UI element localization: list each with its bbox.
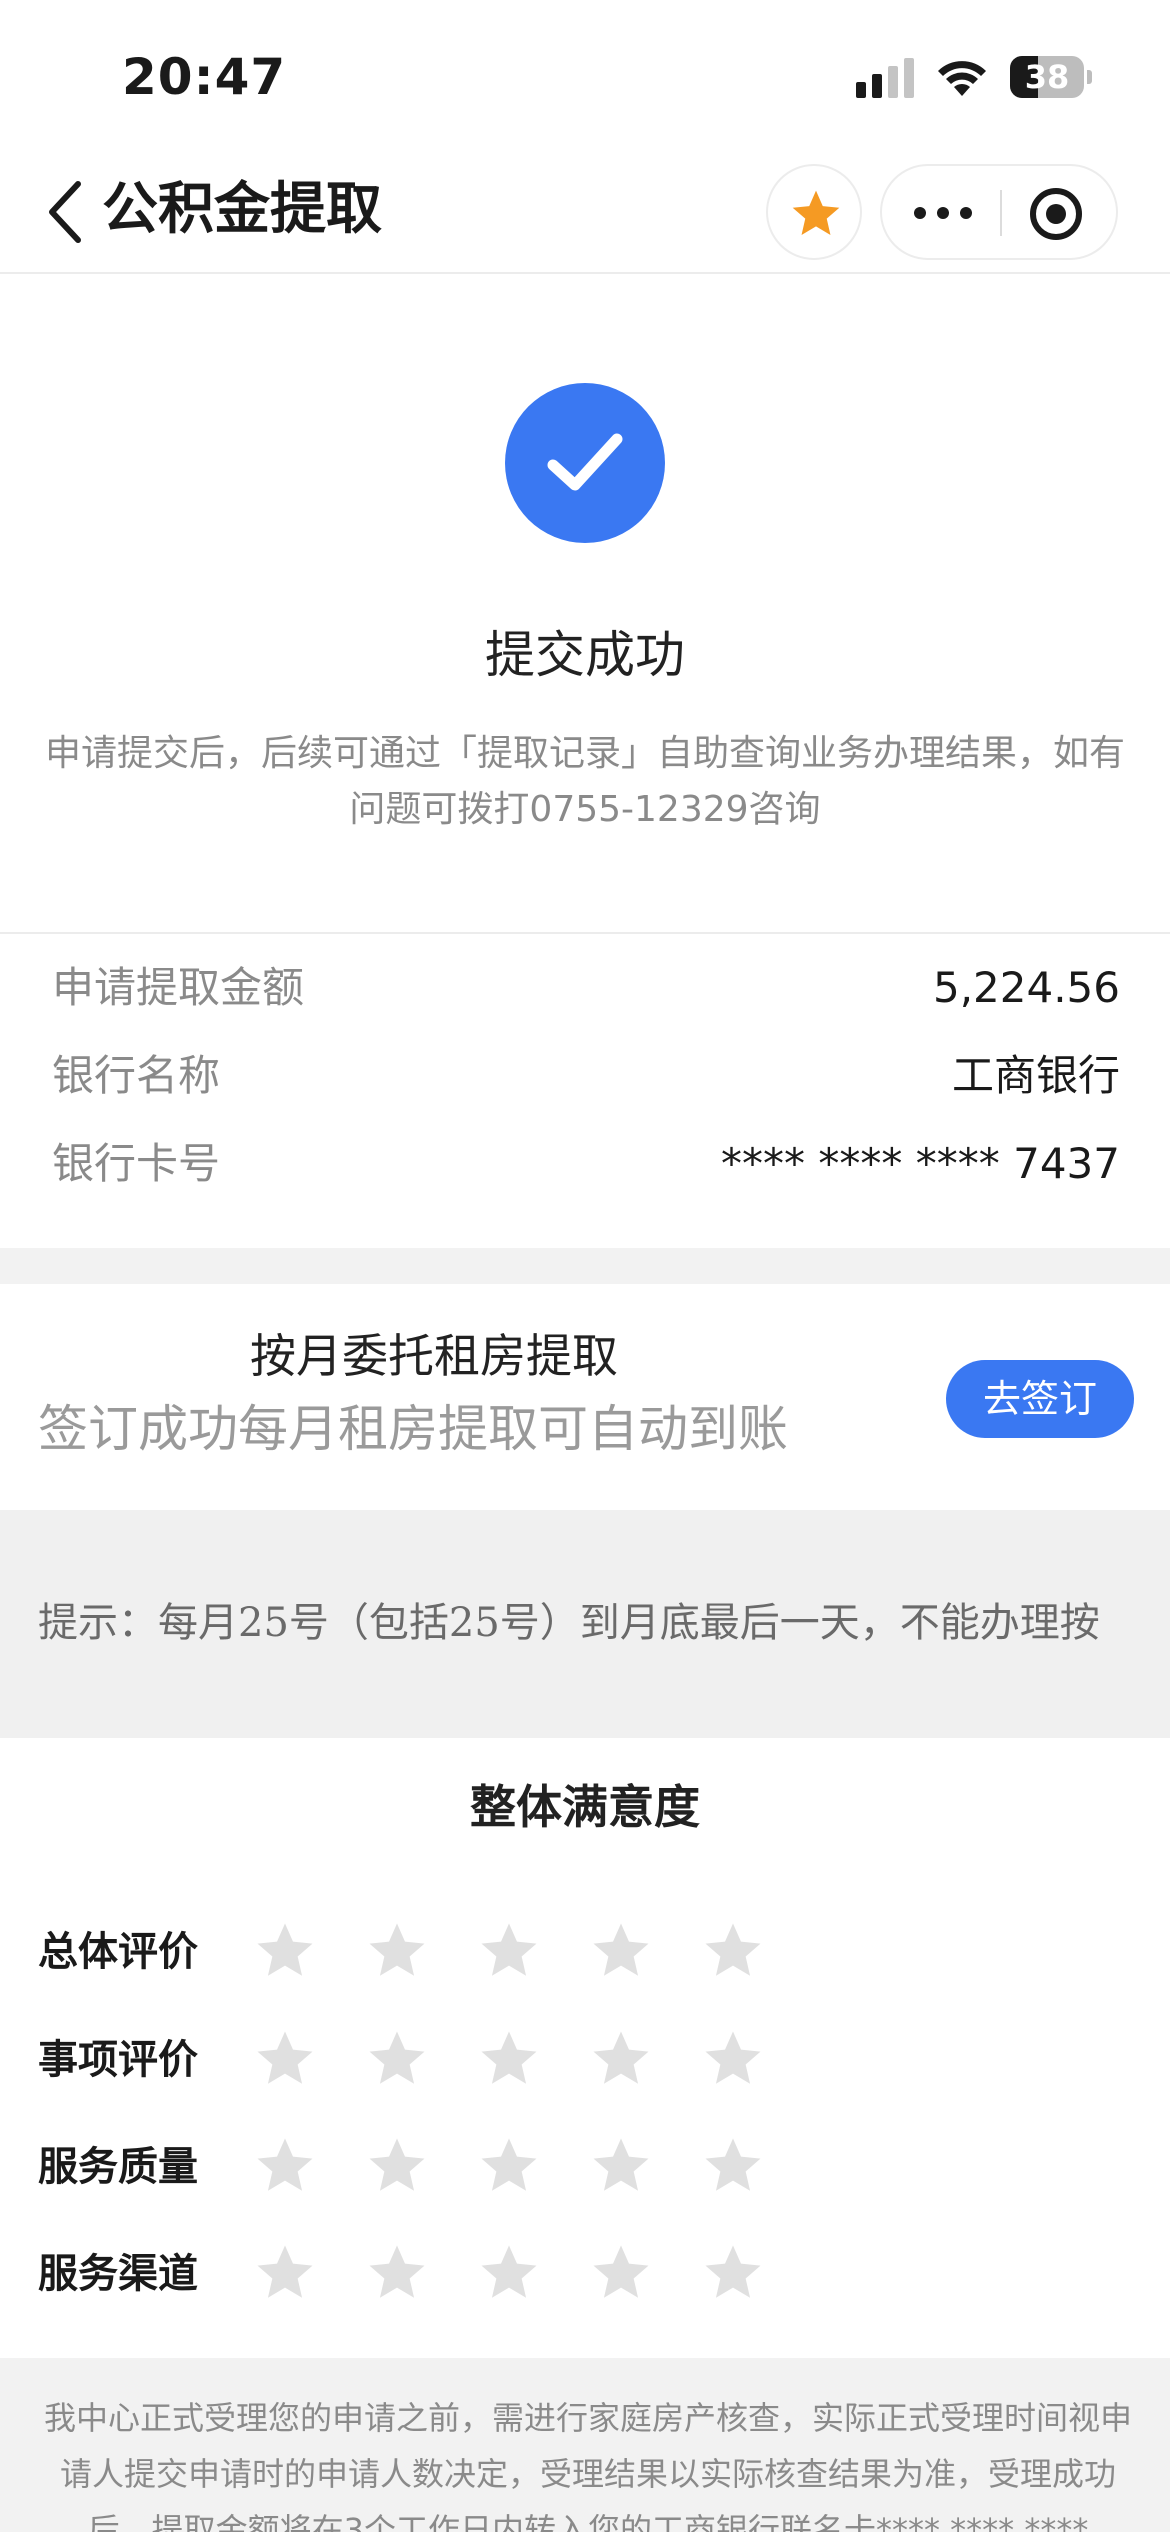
- star-icon: [792, 190, 840, 235]
- star-rating-icon[interactable]: [364, 2240, 430, 2306]
- more-dots-icon[interactable]: [908, 188, 978, 238]
- star-rating-icon[interactable]: [476, 2026, 542, 2092]
- cellular-signal-icon: [856, 58, 914, 98]
- check-circle-icon: [505, 383, 665, 543]
- star-rating-icon[interactable]: [588, 2133, 654, 2199]
- rating-row: 服务渠道: [0, 2234, 1170, 2314]
- rating-label: 总体评价: [38, 1929, 198, 1975]
- wifi-icon: [938, 61, 986, 96]
- detail-label: 申请提取金额: [52, 963, 305, 1012]
- notice-section: 我中心正式受理您的申请之前，需进行家庭房产核查，实际正式受理时间视申请人提交申请…: [0, 2358, 1170, 2532]
- success-title: 提交成功: [485, 626, 685, 684]
- detail-value: **** **** **** 7437: [721, 1139, 1120, 1188]
- tip-text: 提示：每月25号（包括25号）到月底最后一天，不能办理按: [38, 1600, 1100, 1646]
- detail-value: 5,224.56: [932, 963, 1120, 1012]
- status-bar: 20:47 38: [0, 0, 1170, 150]
- favorite-button[interactable]: [766, 164, 862, 260]
- satisfaction-title: 整体满意度: [470, 1780, 700, 1834]
- star-rating-icon[interactable]: [588, 2240, 654, 2306]
- rating-label: 服务渠道: [38, 2251, 198, 2297]
- chevron-left-icon[interactable]: [42, 176, 92, 248]
- star-rating-icon[interactable]: [364, 2133, 430, 2199]
- capsule-divider: [1000, 190, 1002, 236]
- rating-row: 总体评价: [0, 1912, 1170, 1992]
- star-rating-icon[interactable]: [476, 2240, 542, 2306]
- rating-label: 服务质量: [38, 2144, 198, 2190]
- star-rating-icon[interactable]: [252, 2026, 318, 2092]
- rating-row: 事项评价: [0, 2020, 1170, 2100]
- nav-bar: 公积金提取: [0, 150, 1170, 274]
- battery-icon: 38: [1010, 56, 1092, 98]
- star-rating-icon[interactable]: [700, 1918, 766, 1984]
- section-divider: [0, 1248, 1170, 1284]
- status-time: 20:47: [122, 48, 287, 106]
- detail-row-amount: 申请提取金额 5,224.56: [0, 944, 1170, 1032]
- satisfaction-section: 整体满意度 总体评价 事项评价 服务质量 服务渠道: [0, 1738, 1170, 2358]
- entrust-rental-card: 按月委托租房提取 签订成功每月租房提取可自动到账 去签订: [0, 1284, 1170, 1510]
- target-close-icon[interactable]: [1028, 186, 1084, 242]
- entrust-title: 按月委托租房提取: [250, 1329, 618, 1383]
- detail-label: 银行名称: [52, 1051, 221, 1100]
- detail-row-bank-name: 银行名称 工商银行: [0, 1032, 1170, 1120]
- star-rating-icon[interactable]: [476, 1918, 542, 1984]
- battery-level: 38: [1024, 58, 1070, 96]
- withdrawal-details: 申请提取金额 5,224.56 银行名称 工商银行 银行卡号 **** ****…: [0, 932, 1170, 1248]
- mini-program-capsule: [880, 164, 1118, 260]
- entrust-subtitle: 签订成功每月租房提取可自动到账: [38, 1400, 788, 1458]
- star-rating-icon[interactable]: [700, 2133, 766, 2199]
- star-rating-icon[interactable]: [588, 2026, 654, 2092]
- tip-banner: 提示：每月25号（包括25号）到月底最后一天，不能办理按: [0, 1510, 1170, 1738]
- star-rating-icon[interactable]: [588, 1918, 654, 1984]
- star-rating-icon[interactable]: [700, 2240, 766, 2306]
- detail-value: 工商银行: [951, 1051, 1120, 1100]
- detail-label: 银行卡号: [52, 1139, 221, 1188]
- sign-button[interactable]: 去签订: [946, 1360, 1134, 1438]
- star-rating-icon[interactable]: [252, 2240, 318, 2306]
- star-rating-icon[interactable]: [252, 1918, 318, 1984]
- star-rating-icon[interactable]: [476, 2133, 542, 2199]
- star-rating-icon[interactable]: [252, 2133, 318, 2199]
- rating-row: 服务质量: [0, 2127, 1170, 2207]
- notice-text: 我中心正式受理您的申请之前，需进行家庭房产核查，实际正式受理时间视申请人提交申请…: [43, 2399, 1132, 2532]
- page-title: 公积金提取: [102, 177, 382, 242]
- star-rating-icon[interactable]: [364, 2026, 430, 2092]
- rating-label: 事项评价: [38, 2037, 198, 2083]
- detail-row-card-number: 银行卡号 **** **** **** 7437: [0, 1120, 1170, 1208]
- star-rating-icon[interactable]: [700, 2026, 766, 2092]
- star-rating-icon[interactable]: [364, 1918, 430, 1984]
- success-description: 申请提交后，后续可通过「提取记录」自助查询业务办理结果，如有问题可拨打0755-…: [44, 733, 1125, 830]
